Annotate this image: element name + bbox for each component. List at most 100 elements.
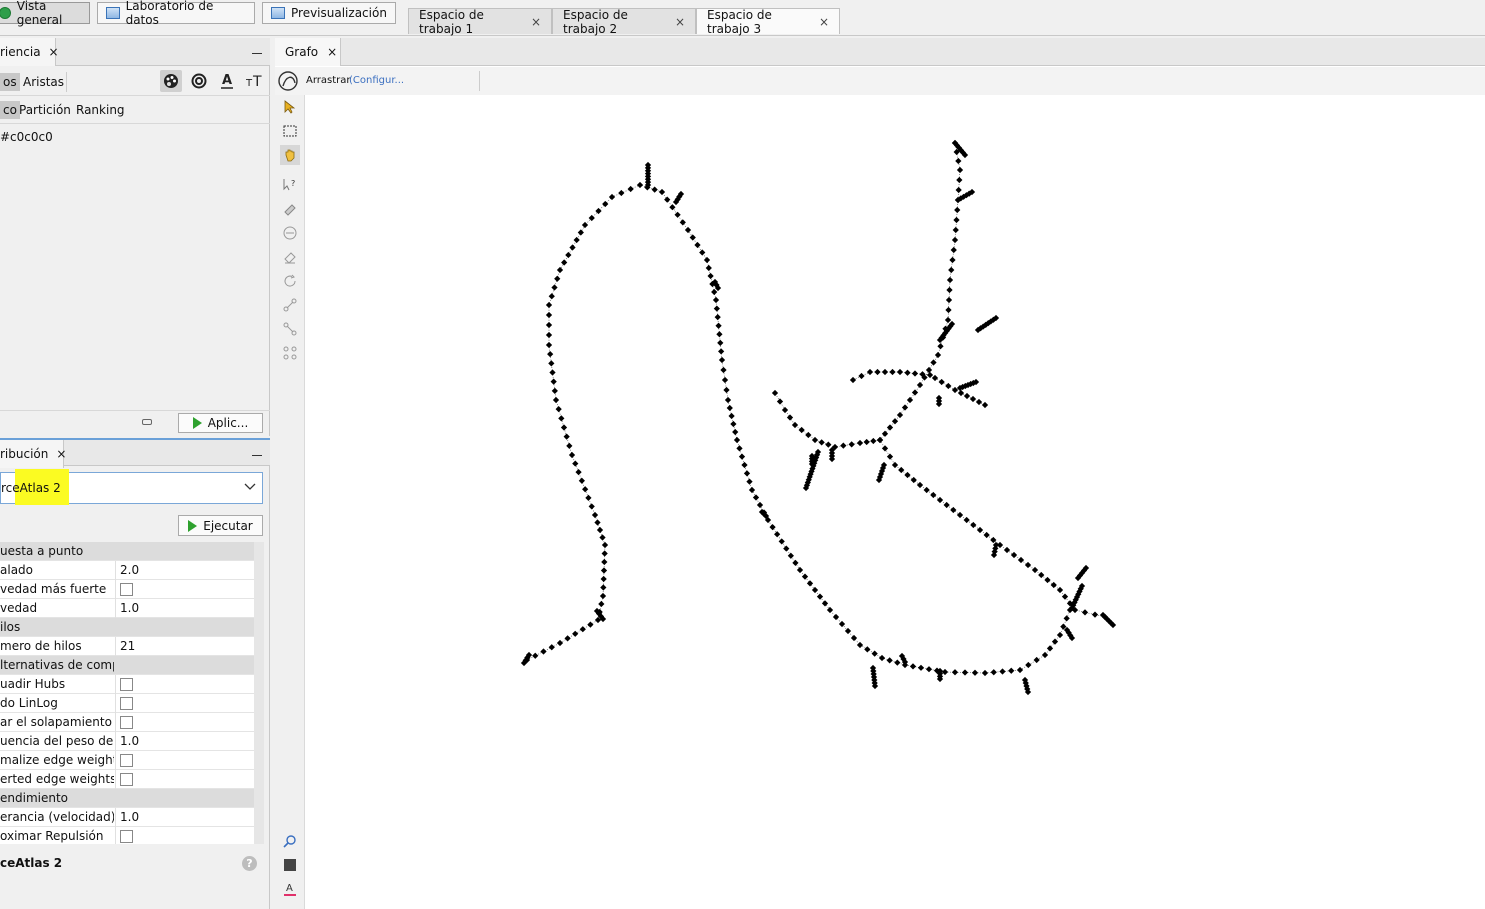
close-icon[interactable]: × bbox=[49, 45, 59, 59]
graph-node[interactable] bbox=[713, 305, 720, 312]
graph-node[interactable] bbox=[871, 650, 878, 657]
property-checkbox[interactable] bbox=[120, 697, 133, 710]
background-color-icon[interactable] bbox=[280, 855, 300, 875]
graph-node[interactable] bbox=[926, 371, 934, 379]
graph-node[interactable] bbox=[581, 221, 589, 229]
tab-workspace-1[interactable]: Espacio de trabajo 1 × bbox=[408, 8, 552, 36]
graph-node[interactable] bbox=[565, 251, 572, 259]
graph-node[interactable] bbox=[674, 211, 681, 218]
graph-node[interactable] bbox=[805, 431, 812, 439]
graph-node[interactable] bbox=[579, 626, 586, 633]
graph-node[interactable] bbox=[938, 378, 945, 386]
graph-node[interactable] bbox=[951, 669, 959, 676]
graph-node[interactable] bbox=[568, 451, 576, 459]
graph-node[interactable] bbox=[715, 322, 722, 329]
tab-partition[interactable]: Partición bbox=[16, 101, 74, 119]
graph-node[interactable] bbox=[711, 288, 718, 296]
graph-node[interactable] bbox=[572, 460, 579, 467]
property-value-field[interactable]: 21 bbox=[115, 637, 135, 656]
graph-node[interactable] bbox=[896, 411, 904, 419]
property-row[interactable]: uadir Hubs bbox=[0, 675, 254, 694]
graph-node[interactable] bbox=[714, 314, 721, 321]
property-checkbox[interactable] bbox=[120, 773, 133, 786]
graph-node[interactable] bbox=[946, 276, 954, 284]
property-checkbox[interactable] bbox=[120, 830, 133, 843]
graph-node[interactable] bbox=[957, 389, 965, 397]
graph-node[interactable] bbox=[896, 368, 904, 376]
graph-node[interactable] bbox=[1008, 667, 1015, 674]
graph-node[interactable] bbox=[591, 511, 599, 519]
graph-node[interactable] bbox=[917, 664, 925, 671]
graph-node[interactable] bbox=[552, 396, 560, 404]
graph-node[interactable] bbox=[600, 584, 607, 591]
paint-brush-icon[interactable] bbox=[280, 199, 300, 219]
graph-node[interactable] bbox=[712, 296, 720, 304]
graph-node[interactable] bbox=[916, 481, 924, 489]
select-arrow-icon[interactable] bbox=[280, 97, 300, 117]
graph-node[interactable] bbox=[963, 392, 971, 400]
add-node-icon[interactable] bbox=[280, 295, 300, 315]
graph-node[interactable] bbox=[898, 466, 905, 474]
graph-node[interactable] bbox=[572, 630, 579, 637]
eraser-icon[interactable] bbox=[280, 247, 300, 267]
graph-node[interactable] bbox=[746, 478, 753, 485]
graph-node[interactable] bbox=[1050, 581, 1057, 589]
graph-node[interactable] bbox=[596, 526, 604, 534]
label-size-icon[interactable]: TT bbox=[244, 70, 266, 92]
chain-icon[interactable] bbox=[142, 419, 152, 425]
graph-node[interactable] bbox=[816, 593, 824, 600]
graph-node[interactable] bbox=[911, 370, 919, 377]
graph-node[interactable] bbox=[599, 534, 606, 541]
graph-node[interactable] bbox=[778, 538, 785, 545]
graph-node[interactable] bbox=[601, 558, 608, 566]
graph-node[interactable] bbox=[577, 229, 584, 236]
chevron-down-icon[interactable] bbox=[244, 480, 256, 494]
graph-node[interactable] bbox=[950, 506, 957, 514]
graph-node[interactable] bbox=[588, 503, 595, 510]
graph-node[interactable] bbox=[563, 433, 570, 440]
property-value-field[interactable]: 1.0 bbox=[115, 732, 139, 751]
drag-tool-icon[interactable] bbox=[277, 69, 301, 93]
graph-node[interactable] bbox=[549, 369, 556, 376]
minimize-icon[interactable] bbox=[252, 448, 262, 456]
graph-node[interactable] bbox=[881, 430, 889, 437]
graph-node[interactable] bbox=[548, 293, 555, 300]
graph-node[interactable] bbox=[930, 491, 937, 499]
graph-node[interactable] bbox=[730, 420, 737, 428]
size-icon[interactable] bbox=[188, 70, 210, 92]
graph-node[interactable] bbox=[821, 600, 829, 607]
property-checkbox[interactable] bbox=[120, 678, 133, 691]
graph-node[interactable] bbox=[806, 580, 814, 587]
graph-node[interactable] bbox=[981, 669, 989, 677]
run-button[interactable]: Ejecutar bbox=[178, 515, 263, 536]
graph-node[interactable] bbox=[876, 436, 884, 444]
properties-scrollbar[interactable] bbox=[254, 542, 264, 844]
layout-algorithm-select[interactable]: rceAtlas 2 bbox=[0, 469, 263, 505]
graph-node[interactable] bbox=[540, 648, 547, 655]
graph-node[interactable] bbox=[916, 381, 924, 389]
property-checkbox[interactable] bbox=[120, 716, 133, 729]
graph-node[interactable] bbox=[733, 436, 741, 444]
graph-node[interactable] bbox=[548, 644, 555, 651]
graph-node[interactable] bbox=[945, 296, 953, 304]
graph-node[interactable] bbox=[551, 387, 558, 394]
tab-appearance[interactable]: riencia × bbox=[0, 38, 59, 66]
graph-node[interactable] bbox=[669, 204, 676, 211]
graph-node[interactable] bbox=[956, 511, 964, 519]
graph-node[interactable] bbox=[856, 439, 864, 447]
graph-node[interactable] bbox=[564, 635, 571, 642]
graph-node[interactable] bbox=[1003, 546, 1011, 554]
close-icon[interactable]: × bbox=[531, 15, 541, 29]
property-row[interactable]: oximar Repulsión bbox=[0, 827, 254, 844]
graph-node[interactable] bbox=[856, 641, 864, 649]
graph-node[interactable] bbox=[578, 477, 585, 484]
graph-node[interactable] bbox=[724, 396, 732, 404]
graph-node[interactable] bbox=[545, 341, 553, 349]
graph-node[interactable] bbox=[930, 359, 937, 366]
graph-node[interactable] bbox=[840, 442, 847, 449]
graph-node[interactable] bbox=[558, 415, 565, 422]
graph-node[interactable] bbox=[886, 424, 894, 431]
graph-node[interactable] bbox=[769, 524, 776, 531]
graph-node[interactable] bbox=[756, 501, 764, 509]
graph-node[interactable] bbox=[705, 264, 712, 272]
